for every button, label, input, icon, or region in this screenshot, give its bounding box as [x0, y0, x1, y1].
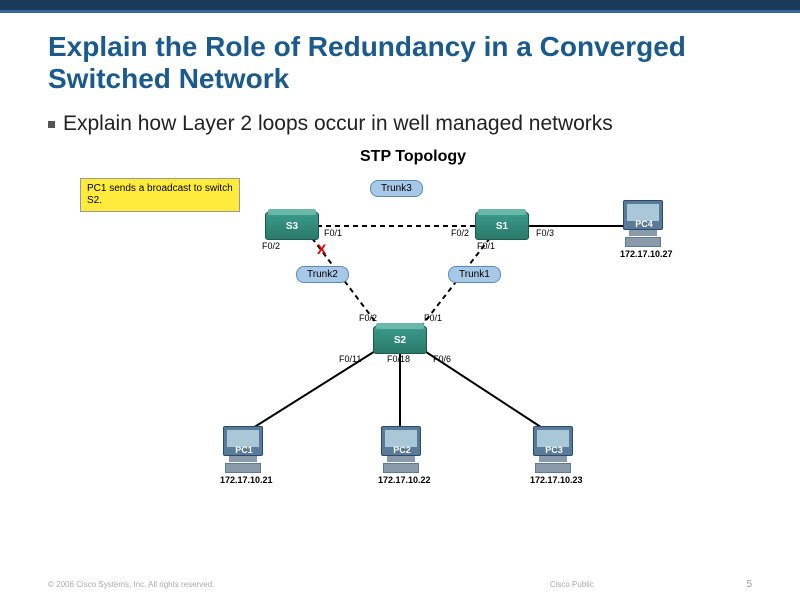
pc-tower-icon — [225, 463, 261, 473]
pc-tower-icon — [625, 237, 661, 247]
switch-s3-label: S3 — [266, 221, 318, 232]
trunk2-label: Trunk2 — [296, 266, 349, 283]
footer-label: Cisco Public — [397, 580, 746, 589]
bullet-item: Explain how Layer 2 loops occur in well … — [48, 111, 752, 137]
switch-top-icon — [268, 209, 316, 215]
port-s2-f018: F0/18 — [387, 354, 410, 364]
port-s3-f02: F0/2 — [262, 241, 280, 251]
blocked-link-x-icon: X — [317, 241, 326, 257]
switch-top-icon — [478, 209, 526, 215]
pc-monitor-icon: PC4 — [623, 200, 663, 230]
port-s2-f02: F0/2 — [359, 313, 377, 323]
port-s1-f02: F0/2 — [451, 228, 469, 238]
pc-base-icon — [629, 230, 657, 236]
pc2: PC2 172.17.10.22 — [378, 426, 424, 485]
footer-page-number: 5 — [746, 579, 752, 590]
port-s2-f01: F0/1 — [424, 313, 442, 323]
slide-footer: © 2006 Cisco Systems, Inc. All rights re… — [0, 579, 800, 590]
pc1: PC1 172.17.10.21 — [220, 426, 266, 485]
pc-tower-icon — [383, 463, 419, 473]
pc4-name: PC4 — [624, 219, 664, 229]
pc4-ip: 172.17.10.27 — [620, 249, 666, 259]
pc-base-icon — [229, 456, 257, 462]
port-s2-f011: F0/11 — [339, 354, 361, 364]
switch-s1-label: S1 — [476, 221, 528, 232]
pc2-ip: 172.17.10.22 — [378, 475, 424, 485]
bullet-square-icon — [48, 121, 55, 128]
pc3-ip: 172.17.10.23 — [530, 475, 576, 485]
pc-monitor-icon: PC2 — [381, 426, 421, 456]
switch-s2-label: S2 — [374, 335, 426, 346]
slide-title: Explain the Role of Redundancy in a Conv… — [48, 31, 752, 95]
trunk1-label: Trunk1 — [448, 266, 501, 283]
stp-topology-diagram: STP Topology PC1 sends a broadcast to sw… — [80, 148, 720, 518]
pc2-name: PC2 — [382, 445, 422, 455]
pc3: PC3 172.17.10.23 — [530, 426, 576, 485]
switch-s2: S2 — [373, 326, 427, 354]
bullet-text: Explain how Layer 2 loops occur in well … — [63, 111, 613, 137]
pc-monitor-icon: PC3 — [533, 426, 573, 456]
header-bar-dark — [0, 0, 800, 10]
pc-base-icon — [539, 456, 567, 462]
port-s1-f01: F0/1 — [477, 241, 495, 251]
footer-copyright: © 2006 Cisco Systems, Inc. All rights re… — [48, 580, 397, 589]
pc-tower-icon — [535, 463, 571, 473]
slide-content: Explain the Role of Redundancy in a Conv… — [0, 13, 800, 518]
pc-base-icon — [387, 456, 415, 462]
port-s2-f06: F0/6 — [433, 354, 451, 364]
pc1-ip: 172.17.10.21 — [220, 475, 266, 485]
switch-s1: S1 — [475, 212, 529, 240]
port-s3-f01: F0/1 — [324, 228, 342, 238]
switch-s3: S3 — [265, 212, 319, 240]
pc-monitor-icon: PC1 — [223, 426, 263, 456]
switch-top-icon — [376, 323, 424, 329]
pc3-name: PC3 — [534, 445, 574, 455]
pc4: PC4 172.17.10.27 — [620, 200, 666, 259]
port-s1-f03: F0/3 — [536, 228, 554, 238]
trunk3-label: Trunk3 — [370, 180, 423, 197]
pc1-name: PC1 — [224, 445, 264, 455]
